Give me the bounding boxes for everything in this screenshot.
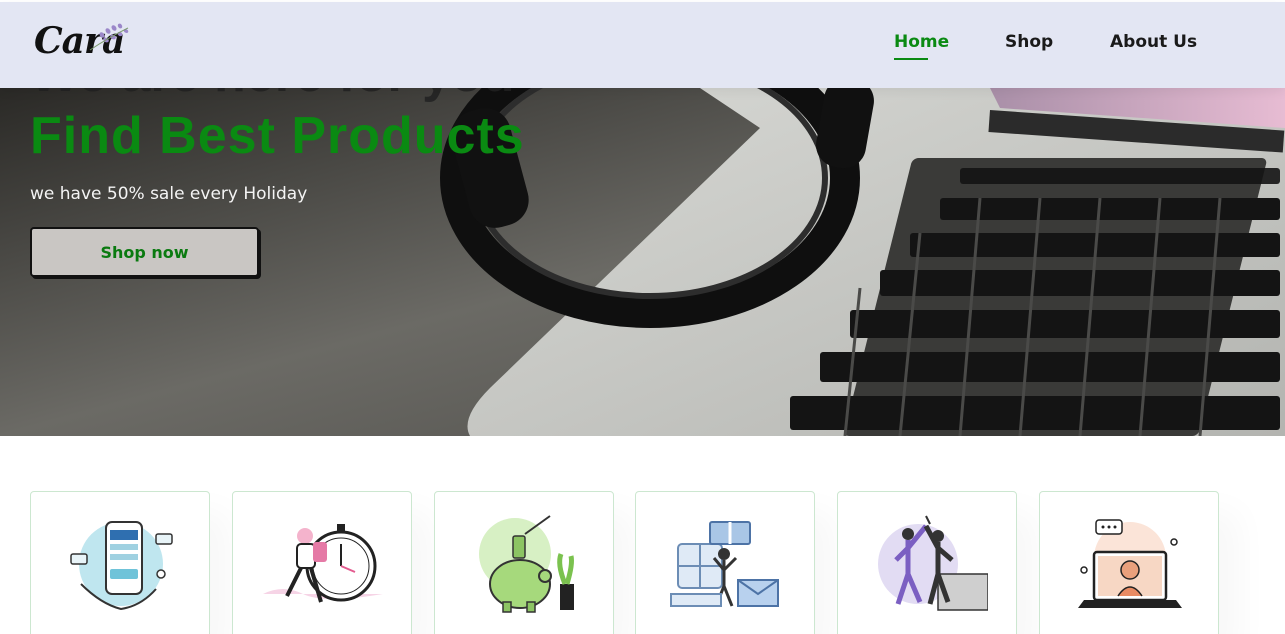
- shop-now-button[interactable]: Shop now: [30, 227, 259, 277]
- nav-link-shop[interactable]: Shop: [1005, 32, 1053, 52]
- hero-overline-text: We are here for you: [30, 88, 515, 104]
- feature-box[interactable]: [232, 491, 412, 634]
- nav-link-about-label: About Us: [1110, 32, 1198, 52]
- feature-box[interactable]: [434, 491, 614, 634]
- features-section: [0, 491, 1285, 634]
- customer-support-laptop-illustration-icon: [1078, 519, 1182, 608]
- payment-phone-illustration-icon: [70, 521, 173, 611]
- piggy-bank-saving-illustration-icon: [479, 515, 574, 613]
- feature-box[interactable]: [837, 491, 1017, 634]
- feature-box[interactable]: [1039, 491, 1219, 634]
- nav-link-home-label: Home: [894, 32, 950, 52]
- nav-link-shop-label: Shop: [1005, 32, 1054, 52]
- feature-box[interactable]: [635, 491, 815, 634]
- fast-delivery-clock-illustration-icon: [263, 524, 383, 603]
- nav-link-home[interactable]: Home: [894, 32, 950, 60]
- high-five-team-illustration-icon: [878, 515, 988, 611]
- main-navigation: Home Shop About Us: [0, 32, 1285, 72]
- hero-banner: We are here for you Find Best Products w…: [0, 88, 1285, 436]
- site-header: Cara Home Shop About Us: [0, 2, 1285, 88]
- active-underline: [894, 58, 928, 60]
- nav-link-about-us[interactable]: About Us: [1110, 32, 1197, 52]
- feature-box[interactable]: [30, 491, 210, 634]
- hero-subtitle: we have 50% sale every Holiday: [30, 184, 308, 204]
- hero-title: Find Best Products: [30, 107, 525, 165]
- gift-mail-celebration-illustration-icon: [670, 521, 779, 607]
